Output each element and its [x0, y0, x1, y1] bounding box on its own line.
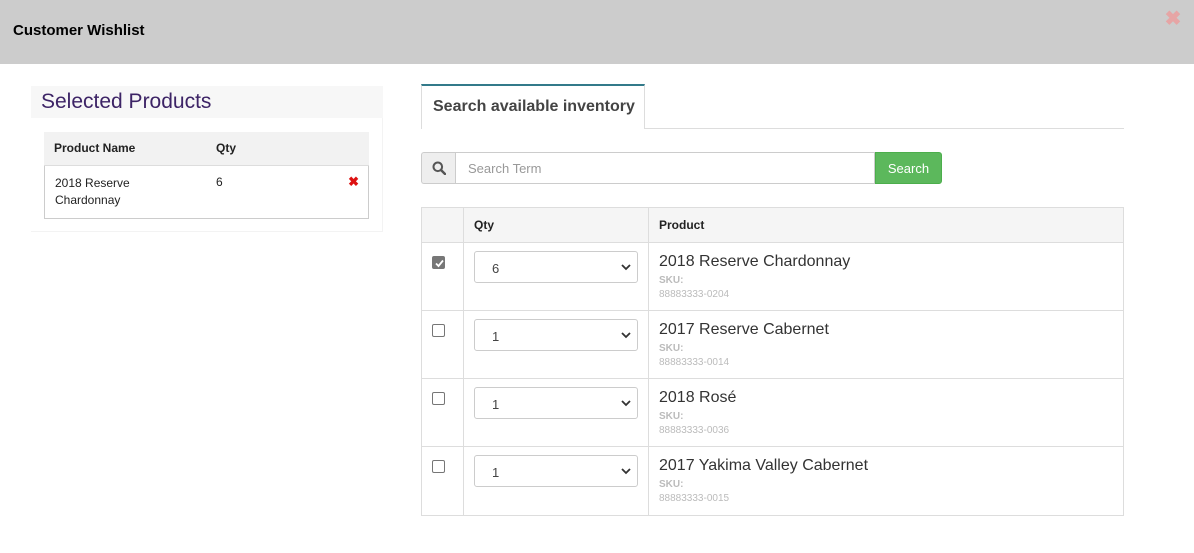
- column-divider: [463, 379, 464, 446]
- sku-label: SKU:: [659, 275, 684, 286]
- chevron-down-icon: [621, 332, 631, 339]
- qty-select[interactable]: 1: [474, 455, 638, 487]
- product-name: 2017 Reserve Cabernet: [659, 321, 829, 338]
- product-name: 2017 Yakima Valley Cabernet: [659, 457, 869, 474]
- table-row: 1 2018 Rosé SKU: 88883333-0036: [422, 379, 1123, 447]
- tab-label: Search available inventory: [433, 98, 635, 115]
- qty-select[interactable]: 1: [474, 387, 638, 419]
- header-product-name: Product Name: [54, 141, 136, 155]
- selected-products-panel: Selected Products Product Name Qty 2018 …: [31, 86, 383, 232]
- row-checkbox[interactable]: [432, 392, 445, 405]
- column-divider: [648, 243, 649, 310]
- search-addon: [421, 152, 456, 184]
- column-divider: [648, 208, 649, 242]
- column-divider: [463, 243, 464, 310]
- selected-products-title-bar: Selected Products: [31, 86, 383, 118]
- product-name: 2018 Reserve Chardonnay: [659, 253, 851, 270]
- remove-icon[interactable]: ✖: [348, 174, 359, 190]
- modal-title: Customer Wishlist: [13, 22, 145, 39]
- column-divider: [648, 311, 649, 378]
- selected-products-table: Product Name Qty 2018 Reserve Chardonnay…: [44, 132, 369, 219]
- qty-select[interactable]: 1: [474, 319, 638, 351]
- column-divider: [648, 447, 649, 515]
- qty-select-value: 1: [492, 465, 500, 480]
- close-icon[interactable]: ✖: [1164, 9, 1182, 29]
- sku-value: 88883333-0014: [659, 357, 730, 368]
- search-button[interactable]: Search: [875, 152, 942, 184]
- column-divider: [463, 447, 464, 515]
- row-checkbox[interactable]: [432, 460, 445, 473]
- selected-product-qty: 6: [216, 175, 223, 189]
- search-icon: [432, 161, 446, 175]
- table-row: 6 2018 Reserve Chardonnay SKU: 88883333-…: [422, 243, 1123, 311]
- sku-value: 88883333-0204: [659, 289, 730, 300]
- chevron-down-icon: [621, 264, 631, 271]
- product-name: 2018 Rosé: [659, 389, 737, 406]
- qty-select-value: 6: [492, 261, 500, 276]
- search-input[interactable]: [455, 152, 875, 184]
- header-product: Product: [659, 218, 705, 232]
- qty-select[interactable]: 6: [474, 251, 638, 283]
- checkmark-icon: [435, 259, 444, 268]
- sku-value: 88883333-0036: [659, 425, 730, 436]
- row-checkbox[interactable]: [432, 324, 445, 337]
- sku-label: SKU:: [659, 479, 684, 490]
- chevron-down-icon: [621, 468, 631, 475]
- qty-select-value: 1: [492, 329, 500, 344]
- selected-products-title: Selected Products: [41, 90, 212, 113]
- modal-header: Customer Wishlist ✖: [0, 0, 1194, 64]
- selected-products-header: Product Name Qty: [44, 132, 369, 166]
- sku-label: SKU:: [659, 343, 684, 354]
- inventory-table: Qty Product 6 2018 Reserve Chardonnay SK…: [421, 207, 1124, 516]
- sku-value: 88883333-0015: [659, 493, 730, 504]
- row-checkbox[interactable]: [432, 256, 445, 269]
- column-divider: [463, 208, 464, 242]
- qty-select-value: 1: [492, 397, 500, 412]
- selected-product-name: 2018 Reserve Chardonnay: [55, 176, 130, 207]
- selected-product-row: 2018 Reserve Chardonnay 6 ✖: [44, 166, 369, 219]
- column-divider: [463, 311, 464, 378]
- header-qty: Qty: [474, 218, 495, 232]
- chevron-down-icon: [621, 400, 631, 407]
- table-row: 1 2017 Yakima Valley Cabernet SKU: 88883…: [422, 447, 1123, 515]
- column-divider: [648, 379, 649, 446]
- sku-label: SKU:: [659, 411, 684, 422]
- header-qty: Qty: [216, 141, 237, 155]
- inventory-header: Qty Product: [422, 208, 1123, 243]
- tab-search-inventory[interactable]: Search available inventory: [421, 84, 645, 129]
- table-row: 1 2017 Reserve Cabernet SKU: 88883333-00…: [422, 311, 1123, 379]
